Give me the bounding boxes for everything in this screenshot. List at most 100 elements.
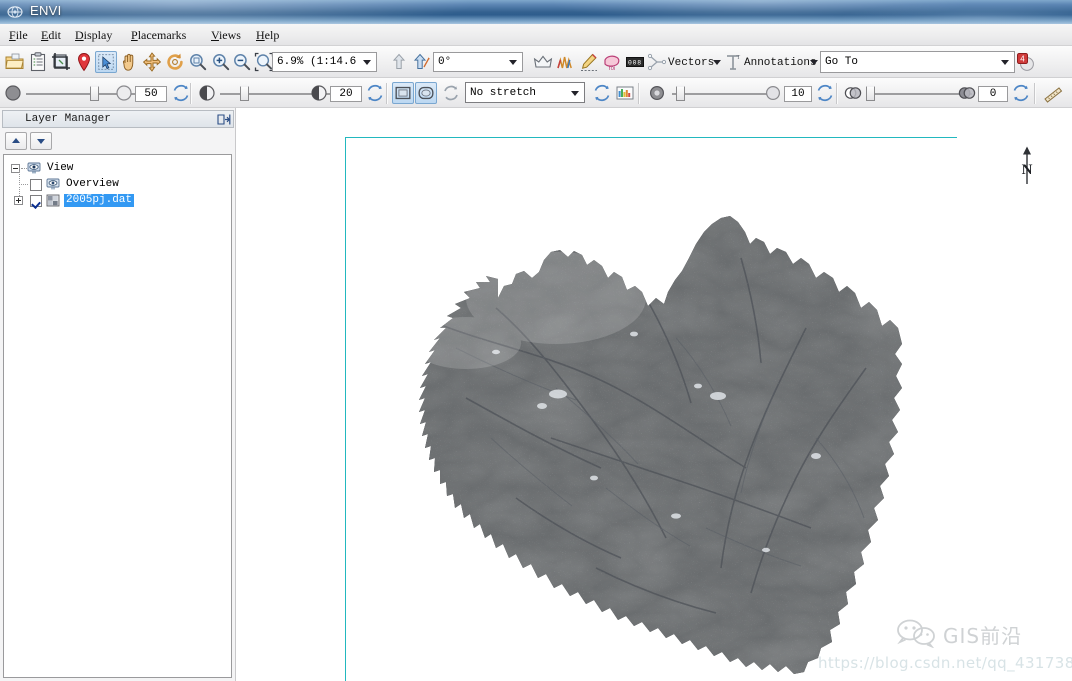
svg-text:N: N [1022, 162, 1033, 178]
stretch-toolbar: 50 20 No stretch 10 0 [0, 78, 1072, 108]
raster-visibility-checkbox[interactable] [30, 195, 42, 207]
stretch-apply-icon[interactable] [591, 82, 613, 104]
tree-label-view[interactable]: View [45, 162, 75, 175]
blend-view-icon[interactable] [415, 82, 437, 104]
svg-text:roi: roi [609, 66, 616, 72]
sharpen-icon [649, 85, 665, 101]
brightness-value[interactable]: 50 [135, 86, 167, 102]
contrast-value[interactable]: 20 [330, 86, 362, 102]
brightness-max-icon [116, 85, 132, 101]
contrast-reset-icon[interactable] [364, 82, 386, 104]
chevron-down-icon[interactable] [363, 60, 371, 65]
tree-connector [19, 171, 20, 185]
menu-display[interactable]: Display [72, 27, 115, 44]
menu-file[interactable]: File [6, 27, 31, 44]
move-up-icon[interactable] [5, 132, 27, 150]
rotation-value: 0° [438, 56, 452, 68]
brightness-reset-icon[interactable] [170, 82, 192, 104]
envi-app-icon [7, 6, 23, 18]
pan-hand-icon[interactable] [118, 51, 140, 73]
contrast-slider-thumb[interactable] [240, 86, 249, 101]
menu-help[interactable]: Help [253, 27, 282, 44]
rotation-combo[interactable]: 0° [433, 52, 523, 72]
brightness-icon [5, 85, 21, 101]
tree-label-raster-layer[interactable]: 2005pj.dat [64, 194, 135, 207]
expander-expand-icon[interactable] [14, 196, 23, 205]
tree-row-overview[interactable]: Overview [4, 171, 231, 192]
menu-edit[interactable]: Edit [38, 27, 64, 44]
window-title-bar: ENVI [0, 0, 1072, 24]
toolbar-separator [386, 83, 388, 104]
transparency-value[interactable]: 0 [978, 86, 1008, 102]
sharpen-value[interactable]: 10 [784, 86, 812, 102]
zoom-level-value: 6.9% (1:14.6 [277, 56, 357, 68]
fly-navigate-icon[interactable] [141, 51, 163, 73]
vectors-icon[interactable] [646, 51, 668, 73]
annotations-label[interactable]: Annotations [744, 57, 817, 69]
map-view-area[interactable]: N [237, 108, 1072, 681]
toolbar-separator [190, 83, 192, 104]
pin-panel-icon[interactable] [216, 112, 231, 127]
goto-value: Go To [825, 56, 859, 68]
svg-text:0: 0 [628, 59, 632, 66]
crop-image-icon[interactable] [50, 51, 72, 73]
envi-application-window: ENVI File Edit Display Placemarks Views … [0, 0, 1072, 681]
brightness-slider-thumb[interactable] [90, 86, 99, 101]
placemark-pin-icon[interactable] [73, 51, 95, 73]
transparency-reset-icon[interactable] [1010, 82, 1032, 104]
roi-tool-icon[interactable]: roi [601, 51, 623, 73]
zoom-to-extent-icon[interactable] [187, 51, 209, 73]
contrast-icon [199, 85, 215, 101]
goto-combo[interactable]: Go To [820, 51, 1015, 73]
stretch-type-combo[interactable]: No stretch [465, 82, 585, 103]
annotations-chevron-down-icon[interactable] [810, 60, 818, 65]
toolbar-separator [1034, 83, 1036, 104]
view-display-icon [27, 162, 41, 174]
menu-placemarks[interactable]: Placemarks [128, 27, 189, 44]
sharpen-reset-icon[interactable] [814, 82, 836, 104]
alert-badge-icon[interactable]: 4 [1015, 51, 1037, 73]
active-view-frame[interactable] [345, 137, 958, 681]
pixel-value-icon[interactable]: 008 [624, 51, 646, 73]
tree-row-raster-layer[interactable]: 2005pj.dat [4, 187, 231, 208]
overview-icon [46, 178, 60, 190]
crown-tool-icon[interactable] [532, 51, 554, 73]
histogram-stretch-icon[interactable] [614, 82, 636, 104]
zoom-in-icon[interactable] [210, 51, 232, 73]
portal-view-icon[interactable] [392, 82, 414, 104]
tree-label-overview[interactable]: Overview [64, 178, 121, 191]
chevron-down-icon[interactable] [509, 60, 517, 65]
north-up-icon[interactable] [411, 51, 433, 73]
stretch-type-value: No stretch [470, 86, 537, 99]
open-file-icon[interactable] [4, 51, 26, 73]
transparency-max-icon [958, 87, 976, 99]
vectors-label[interactable]: Vectors [668, 57, 714, 69]
sharpen-slider-thumb[interactable] [676, 86, 685, 101]
contrast-max-icon [311, 85, 327, 101]
tree-row-view[interactable]: View [4, 161, 231, 176]
annotations-icon[interactable]: T [722, 51, 744, 73]
layer-tree[interactable]: View Overview 2005pj.dat [3, 154, 232, 678]
chevron-down-icon[interactable] [1001, 60, 1009, 65]
raster-image-2005pj[interactable] [346, 138, 958, 681]
zoom-level-combo[interactable]: 6.9% (1:14.6 [272, 52, 377, 72]
transparency-slider-thumb[interactable] [866, 86, 875, 101]
measure-ruler-icon[interactable] [1042, 82, 1064, 104]
move-down-icon[interactable] [30, 132, 52, 150]
toolbar-separator [836, 83, 838, 104]
rotate-icon[interactable] [164, 51, 186, 73]
zoom-out-icon[interactable] [231, 51, 253, 73]
spectral-plot-icon[interactable] [555, 51, 577, 73]
select-cursor-icon[interactable] [95, 51, 117, 73]
overview-visibility-checkbox[interactable] [30, 179, 42, 191]
vectors-chevron-down-icon[interactable] [713, 60, 721, 65]
chevron-down-icon[interactable] [571, 90, 579, 96]
menu-bar: File Edit Display Placemarks Views Help [0, 24, 1072, 46]
menu-views[interactable]: Views [208, 27, 244, 44]
north-arrow-icon: N [1022, 146, 1033, 184]
pencil-measure-icon[interactable] [578, 51, 600, 73]
chevron-down-glyph [37, 139, 45, 144]
raise-layer-icon[interactable] [388, 51, 410, 73]
clipboard-icon[interactable] [27, 51, 49, 73]
stretch-reset-icon[interactable] [440, 82, 462, 104]
